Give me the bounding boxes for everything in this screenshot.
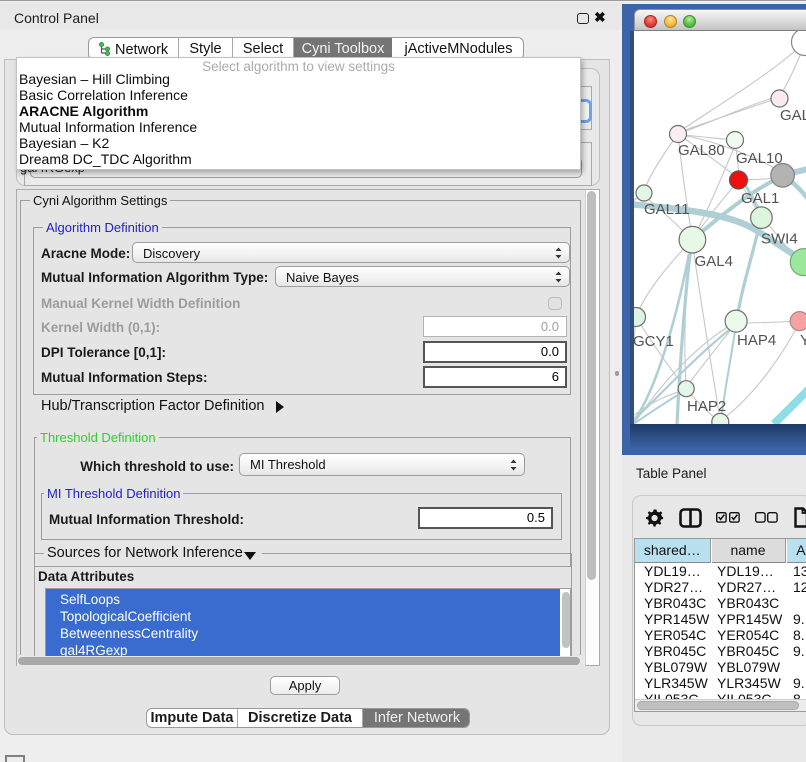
svg-text:GAL10: GAL10 <box>736 150 783 167</box>
svg-text:GAL1: GAL1 <box>741 190 779 207</box>
svg-text:HAP4: HAP4 <box>737 332 776 349</box>
svg-text:GAL4: GAL4 <box>695 253 733 270</box>
svg-text:GAL11: GAL11 <box>644 201 690 218</box>
svg-text:GAL: GAL <box>780 107 806 124</box>
svg-text:GAL80: GAL80 <box>678 142 725 159</box>
svg-text:SWI4: SWI4 <box>761 231 798 248</box>
svg-text:GCY1: GCY1 <box>634 333 674 350</box>
svg-text:Y: Y <box>800 332 806 349</box>
svg-text:HAP2: HAP2 <box>687 398 726 415</box>
